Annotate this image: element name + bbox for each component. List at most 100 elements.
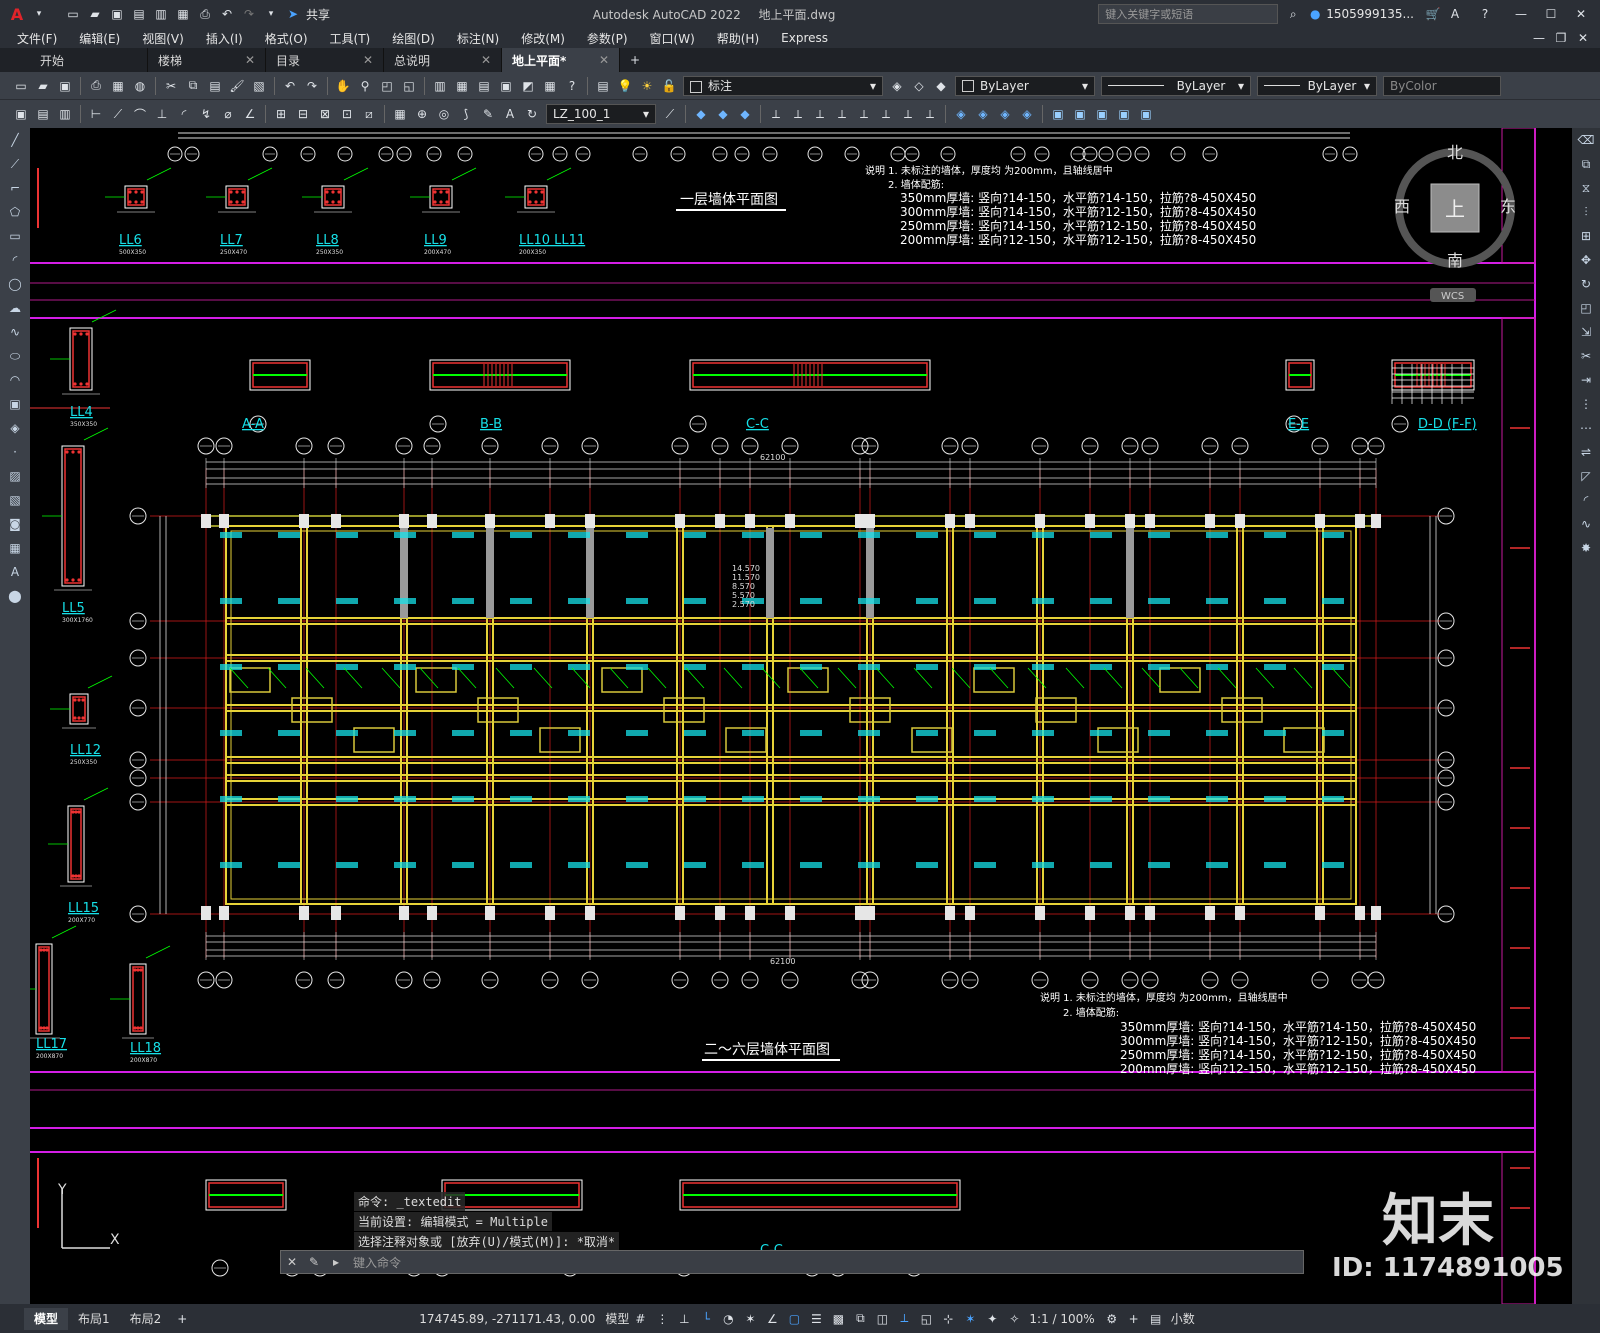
ucs-icon[interactable]: ⟂ xyxy=(767,105,785,123)
menu-insert[interactable]: 插入(I) xyxy=(195,30,254,47)
dim-baseline-icon[interactable]: ⊟ xyxy=(294,105,312,123)
menu-dimension[interactable]: 标注(N) xyxy=(446,30,510,47)
view-side-icon[interactable]: ◆ xyxy=(736,105,754,123)
polygon-icon[interactable]: ⬠ xyxy=(6,203,24,221)
doc-restore-icon[interactable]: ❐ xyxy=(1552,29,1570,47)
save-web-icon[interactable]: ▦ xyxy=(174,5,192,23)
fillet-icon[interactable]: ◜ xyxy=(1577,491,1595,509)
doc-close-icon[interactable]: ✕ xyxy=(1574,29,1592,47)
maximize-icon[interactable]: ☐ xyxy=(1542,5,1560,23)
linetype-dropdown[interactable]: ByLayer ▾ xyxy=(1101,75,1251,96)
make-current-layer-icon[interactable]: ◈ xyxy=(888,77,906,95)
customize-icon[interactable]: ✎ xyxy=(305,1253,323,1271)
infer-icon[interactable]: ⊥ xyxy=(675,1310,693,1328)
layer-on-icon[interactable]: 💡 xyxy=(616,77,634,95)
ucs-view-icon[interactable]: ⟂ xyxy=(877,105,895,123)
save-icon[interactable]: ▣ xyxy=(56,77,74,95)
new-icon[interactable]: ▭ xyxy=(12,77,30,95)
isodraft-icon[interactable]: ✶ xyxy=(741,1310,759,1328)
annotation-scale[interactable]: 1:1 / 100% xyxy=(1029,1312,1094,1326)
scale-icon[interactable]: ◰ xyxy=(1577,299,1595,317)
copy-icon[interactable]: ⧉ xyxy=(184,77,202,95)
polyline-icon[interactable]: ⌐ xyxy=(6,179,24,197)
dim-angular-icon[interactable]: ∠ xyxy=(241,105,259,123)
auto-scale-icon[interactable]: ✦ xyxy=(983,1310,1001,1328)
close-icon[interactable]: ✕ xyxy=(1572,5,1590,23)
ellipse-arc-icon[interactable]: ◠ xyxy=(6,371,24,389)
make-block-icon[interactable]: ◈ xyxy=(6,419,24,437)
point-icon[interactable]: · xyxy=(6,443,24,461)
menu-view[interactable]: 视图(V) xyxy=(131,30,195,47)
layer-state-icon[interactable]: ◆ xyxy=(932,77,950,95)
publish-icon[interactable]: ◍ xyxy=(131,77,149,95)
share-icon[interactable]: ➤ xyxy=(284,5,302,23)
dim-update-icon[interactable]: ↻ xyxy=(523,105,541,123)
markup-icon[interactable]: ◩ xyxy=(519,77,537,95)
view-front-icon[interactable]: ◆ xyxy=(692,105,710,123)
gizmo-icon[interactable]: ⊹ xyxy=(939,1310,957,1328)
dim-style-manager-icon[interactable]: ⟋ xyxy=(661,105,679,123)
array-icon[interactable]: ⊞ xyxy=(1577,227,1595,245)
selection-cycling-icon[interactable]: ⧉ xyxy=(851,1310,869,1328)
copy-icon[interactable]: ⧉ xyxy=(1577,155,1595,173)
save-icon[interactable]: ▣ xyxy=(108,5,126,23)
3d-osnap-icon[interactable]: ◫ xyxy=(873,1310,891,1328)
ortho-icon[interactable]: └ xyxy=(697,1310,715,1328)
dim-aligned-icon[interactable]: ⟋ xyxy=(109,105,127,123)
ucs-world-icon[interactable]: ⟂ xyxy=(789,105,807,123)
close-icon[interactable]: ✕ xyxy=(481,53,491,67)
polar-icon[interactable]: ◔ xyxy=(719,1310,737,1328)
dim-arc-icon[interactable]: ⌒ xyxy=(131,105,149,123)
tab-contents[interactable]: 目录 ✕ xyxy=(266,48,384,72)
cut-icon[interactable]: ✂ xyxy=(162,77,180,95)
lineweight-icon[interactable]: ☰ xyxy=(807,1310,825,1328)
menu-modify[interactable]: 修改(M) xyxy=(510,30,576,47)
units-icon[interactable]: ▤ xyxy=(1147,1310,1165,1328)
construction-line-icon[interactable]: ⟋ xyxy=(6,155,24,173)
add-selected-icon[interactable]: ⬤ xyxy=(6,587,24,605)
dim-jogged-icon[interactable]: ↯ xyxy=(197,105,215,123)
quick-dim-icon[interactable]: ⊞ xyxy=(272,105,290,123)
workspace-gear-icon[interactable]: ⚙ xyxy=(1103,1310,1121,1328)
stretch-icon[interactable]: ⇲ xyxy=(1577,323,1595,341)
redo-icon[interactable]: ↷ xyxy=(240,5,258,23)
layer-previous-icon[interactable]: ◇ xyxy=(910,77,928,95)
break-icon[interactable]: ⋯ xyxy=(1577,419,1595,437)
open-icon[interactable]: ▰ xyxy=(34,77,52,95)
search-input[interactable]: 键入关键字或短语 xyxy=(1105,6,1193,22)
dim-radius-icon[interactable]: ◜ xyxy=(175,105,193,123)
ucs-object-icon[interactable]: ⟂ xyxy=(855,105,873,123)
view-top-icon[interactable]: ◆ xyxy=(714,105,732,123)
command-input[interactable]: 键入命令 xyxy=(353,1254,401,1271)
snap-icon[interactable]: ⋮ xyxy=(653,1310,671,1328)
tab-layout1[interactable]: 布局1 xyxy=(68,1308,120,1330)
dim-edit-icon[interactable]: ✎ xyxy=(479,105,497,123)
join-icon[interactable]: ⇌ xyxy=(1577,443,1595,461)
close-icon[interactable]: ✕ xyxy=(599,53,609,67)
customize-icon[interactable]: ▾ xyxy=(262,5,280,23)
match-properties-icon[interactable]: 🖌 xyxy=(228,77,246,95)
close-icon[interactable]: ✕ xyxy=(283,1253,301,1271)
web-mobile-icon[interactable]: ▥ xyxy=(152,5,170,23)
solid-sphere-icon[interactable]: ▣ xyxy=(1115,105,1133,123)
ucs-origin-icon[interactable]: ⟂ xyxy=(899,105,917,123)
trim-icon[interactable]: ✂ xyxy=(1577,347,1595,365)
mtext-icon[interactable]: A xyxy=(6,563,24,581)
chevron-down-icon[interactable]: ▾ xyxy=(30,5,48,23)
zoom-previous-icon[interactable]: ◱ xyxy=(400,77,418,95)
undo-icon[interactable]: ↶ xyxy=(218,5,236,23)
quickcalc-icon[interactable]: ▦ xyxy=(541,77,559,95)
menu-help[interactable]: 帮助(H) xyxy=(706,30,770,47)
pan-icon[interactable]: ✋ xyxy=(334,77,352,95)
tab-above-ground-plan[interactable]: 地上平面* ✕ xyxy=(502,48,620,72)
doc-minimize-icon[interactable]: — xyxy=(1530,29,1548,47)
ucs-previous-icon[interactable]: ⟂ xyxy=(811,105,829,123)
menu-tools[interactable]: 工具(T) xyxy=(319,30,382,47)
gradient-icon[interactable]: ▧ xyxy=(6,491,24,509)
attribute-icon[interactable]: ▤ xyxy=(34,105,52,123)
rotate-icon[interactable]: ↻ xyxy=(1577,275,1595,293)
solid-box-icon[interactable]: ▣ xyxy=(1049,105,1067,123)
menu-edit[interactable]: 编辑(E) xyxy=(68,30,131,47)
undo-icon[interactable]: ↶ xyxy=(281,77,299,95)
new-tab-icon[interactable]: + xyxy=(626,51,644,69)
